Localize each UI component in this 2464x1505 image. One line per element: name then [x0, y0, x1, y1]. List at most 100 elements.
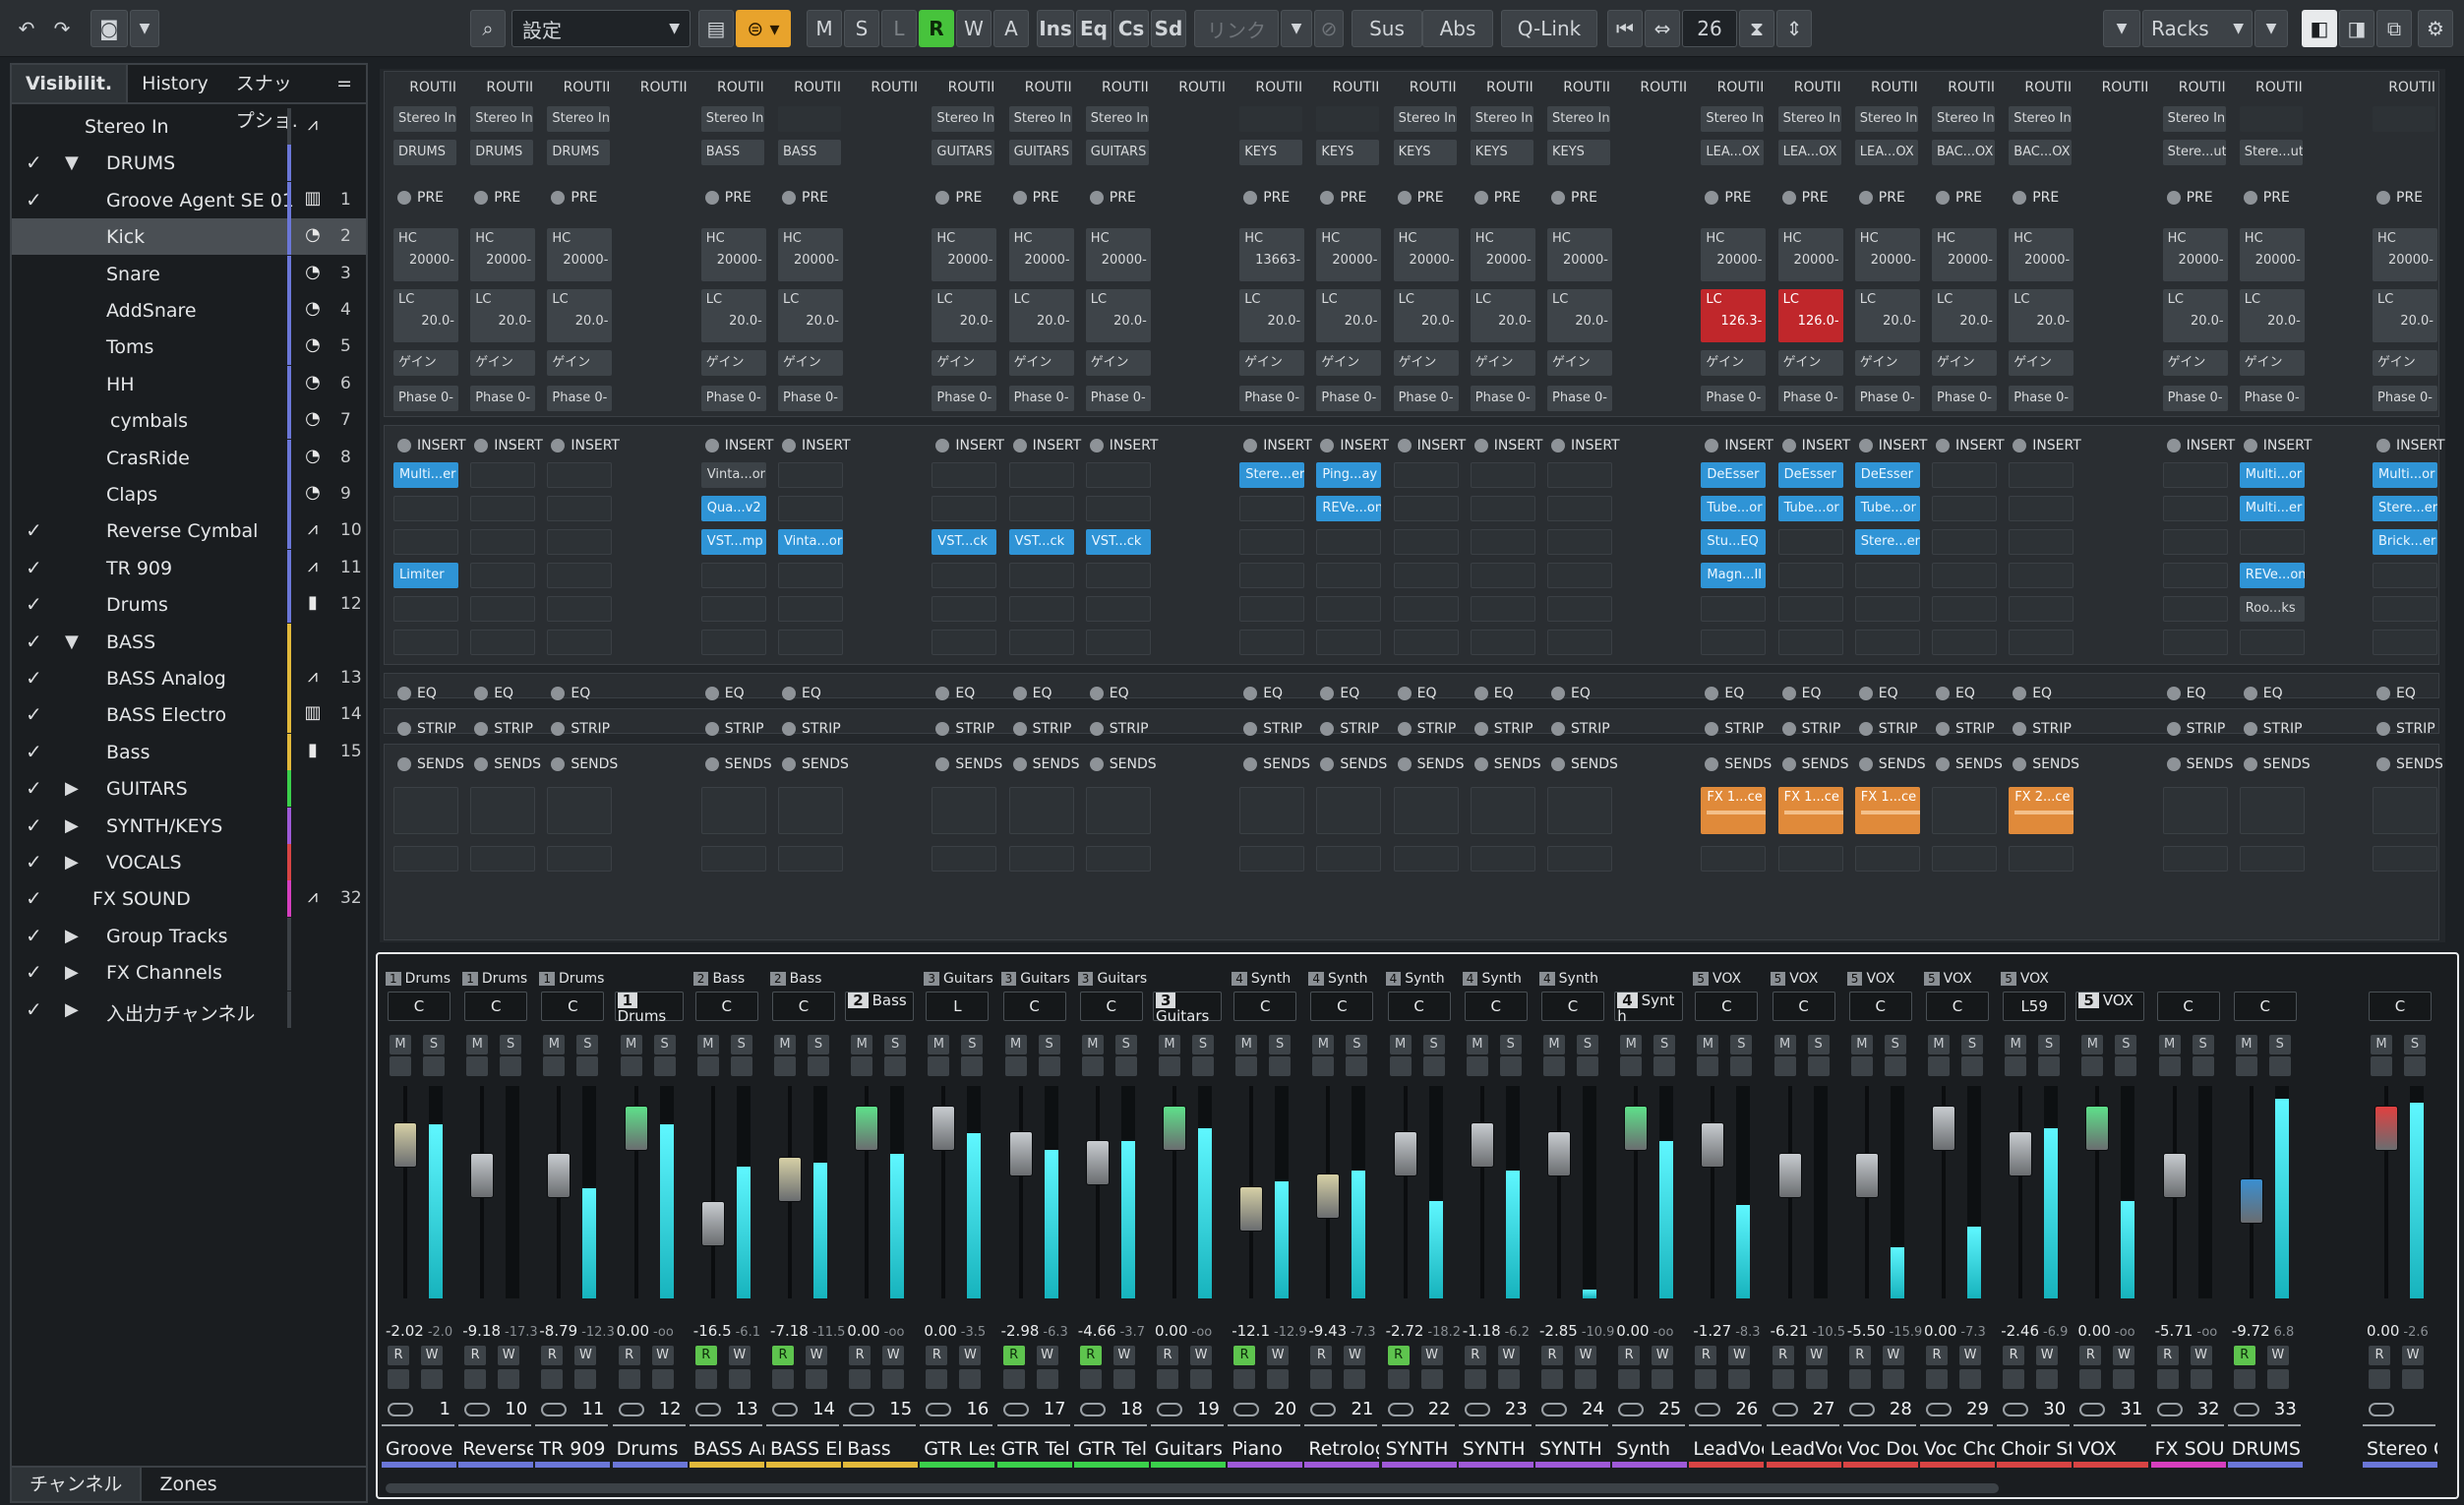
fader-handle[interactable] — [1470, 1122, 1494, 1169]
monitor-icon[interactable] — [1464, 1369, 1486, 1389]
listen-icon[interactable] — [1850, 1056, 1873, 1076]
eq-header[interactable]: EQ — [704, 681, 745, 706]
monitor-icon[interactable] — [2003, 1369, 2025, 1389]
read-automation-button[interactable]: R — [1233, 1346, 1256, 1365]
high-cut-filter[interactable]: HC 20000- — [1316, 228, 1382, 281]
insert-power-icon[interactable] — [1781, 439, 1796, 452]
send-slot[interactable] — [1470, 846, 1535, 872]
insert-slot[interactable] — [778, 630, 843, 655]
track-row[interactable]: ✓ Bass ▮ 15 — [12, 733, 366, 770]
low-cut-filter[interactable]: LC 20.0- — [1470, 289, 1535, 342]
track-row[interactable]: CrasRide ◔ 8 — [12, 439, 366, 476]
strip-power-icon[interactable] — [1243, 722, 1258, 736]
write-automation-button[interactable]: W — [882, 1346, 905, 1365]
input-routing[interactable] — [1316, 106, 1380, 132]
gain-control[interactable]: ゲイン — [2239, 350, 2305, 376]
mute-button[interactable]: M — [928, 1035, 950, 1054]
visible-check-icon[interactable]: ✓ — [26, 188, 42, 211]
solo-button[interactable]: S — [884, 1035, 907, 1054]
strip-header[interactable]: STRIP — [397, 716, 456, 742]
insert-slot[interactable] — [2239, 630, 2305, 655]
edit-channel-icon[interactable] — [1499, 1056, 1522, 1076]
track-row[interactable]: cymbals ◔ 7 — [12, 402, 366, 440]
send-slot[interactable] — [1777, 846, 1843, 872]
sends-power-icon[interactable] — [2376, 757, 2390, 771]
zoom-icon[interactable]: ⧗ — [1739, 10, 1774, 47]
strip-header[interactable]: STRIP — [474, 716, 533, 742]
gain-control[interactable]: ゲイン — [1854, 350, 1920, 376]
edit-channel-icon[interactable] — [2404, 1056, 2426, 1076]
gain-control[interactable]: ゲイン — [1239, 350, 1305, 376]
monitor-icon[interactable] — [541, 1369, 564, 1389]
mute-button[interactable]: M — [1081, 1035, 1104, 1054]
input-routing[interactable]: Stereo In — [547, 106, 611, 132]
read-automation-button[interactable]: R — [1002, 1346, 1025, 1365]
insert-power-icon[interactable] — [474, 439, 489, 452]
pre-header[interactable]: PRE — [551, 185, 597, 211]
eq-power-icon[interactable] — [1781, 687, 1796, 700]
link-icon[interactable] — [1848, 1403, 1875, 1416]
mute-button[interactable]: M — [466, 1035, 489, 1054]
edit-channel-icon[interactable] — [653, 1056, 676, 1076]
insert-power-icon[interactable] — [1320, 439, 1335, 452]
mute-button[interactable]: M — [1389, 1035, 1412, 1054]
visible-check-icon[interactable]: ✓ — [26, 150, 42, 174]
phase-control[interactable]: Phase 0- — [1393, 386, 1459, 411]
channel-name[interactable]: Reverse — [458, 1434, 533, 1464]
fader-handle[interactable] — [1547, 1131, 1571, 1177]
send-slot[interactable] — [1008, 846, 1074, 872]
insert-header[interactable]: INSERT — [2243, 433, 2312, 458]
insert-slot[interactable] — [2009, 529, 2074, 555]
output-routing[interactable]: BASS — [778, 140, 841, 165]
edit-channel-icon[interactable] — [1653, 1056, 1676, 1076]
visible-check-icon[interactable]: ✓ — [26, 776, 42, 800]
write-automation-button[interactable]: W — [1190, 1346, 1212, 1365]
insert-slot[interactable] — [1470, 596, 1535, 622]
mixer-scrollbar[interactable] — [386, 1483, 1999, 1493]
mute-button[interactable]: M — [1543, 1035, 1565, 1054]
record-icon[interactable] — [2402, 1369, 2424, 1389]
input-routing[interactable]: Stereo In — [1008, 106, 1072, 132]
insert-slot[interactable] — [1008, 630, 1074, 655]
output-routing[interactable]: KEYS — [1316, 140, 1380, 165]
gain-control[interactable]: ゲイン — [393, 350, 458, 376]
insert-header[interactable]: INSERT — [1473, 433, 1542, 458]
strip-power-icon[interactable] — [2243, 722, 2257, 736]
sends-power-icon[interactable] — [1473, 757, 1488, 771]
write-automation-button[interactable]: W — [1728, 1346, 1751, 1365]
eq-header[interactable]: EQ — [397, 681, 437, 706]
suspend-button[interactable]: Sus — [1352, 10, 1422, 47]
track-row[interactable]: Toms ◔ 5 — [12, 329, 366, 366]
fader-handle[interactable] — [1854, 1152, 1879, 1198]
low-cut-filter[interactable]: LC 20.0- — [1854, 289, 1920, 342]
pre-power-icon[interactable] — [2013, 191, 2027, 205]
solo-button[interactable]: S — [1730, 1035, 1753, 1054]
volume-readout[interactable]: 0.00 -oo — [847, 1322, 904, 1340]
pre-header[interactable]: PRE — [397, 185, 444, 211]
fader-handle[interactable] — [1932, 1106, 1955, 1152]
eq-power-icon[interactable] — [1320, 687, 1335, 700]
strip-header[interactable]: STRIP — [2243, 716, 2303, 742]
read-automation-button[interactable]: R — [1157, 1346, 1178, 1365]
right-zone-icon[interactable]: ◨ — [2339, 10, 2374, 47]
output-routing[interactable]: BAC...OX — [1932, 140, 1995, 165]
write-automation-button[interactable]: W — [1420, 1346, 1443, 1365]
edit-channel-icon[interactable] — [423, 1056, 445, 1076]
monitor-icon[interactable] — [926, 1369, 948, 1389]
phase-control[interactable]: Phase 0- — [1932, 386, 1997, 411]
insert-slot[interactable] — [1547, 462, 1612, 488]
pan-control[interactable]: C — [1695, 992, 1759, 1021]
insert-header[interactable]: INSERT — [1936, 433, 2005, 458]
solo-button[interactable]: S — [1346, 1035, 1368, 1054]
track-row[interactable]: AddSnare ◔ 4 — [12, 292, 366, 329]
sends-header[interactable]: SENDS — [1551, 752, 1618, 777]
strip-power-icon[interactable] — [1320, 722, 1335, 736]
insert-slot[interactable] — [470, 496, 536, 521]
low-cut-filter[interactable]: LC 126.0- — [1777, 289, 1843, 342]
expand-arrow-icon[interactable]: ▶ — [65, 962, 79, 983]
insert-header[interactable]: INSERT — [474, 433, 543, 458]
insert-power-icon[interactable] — [1012, 439, 1027, 452]
low-cut-filter[interactable]: LC 20.0- — [393, 289, 458, 342]
record-icon[interactable] — [959, 1369, 982, 1389]
link-icon[interactable] — [388, 1403, 413, 1416]
